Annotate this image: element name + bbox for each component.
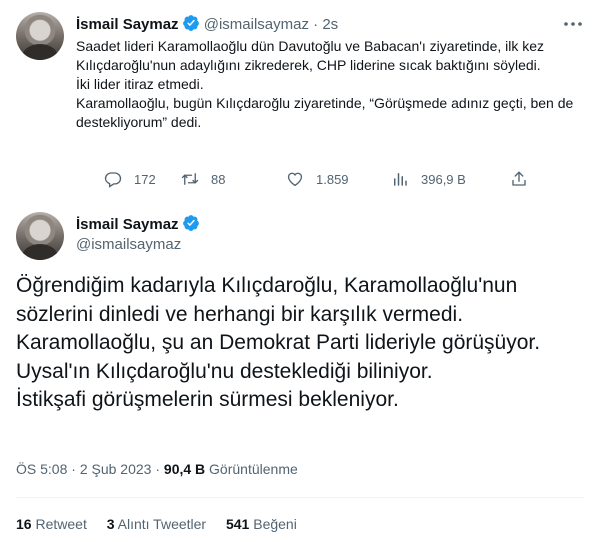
author-handle[interactable]: @ismailsaymaz [76, 236, 181, 253]
tweet-time[interactable]: 2s [322, 16, 338, 33]
avatar[interactable] [16, 12, 64, 60]
tweet-header: İsmail Saymaz [76, 214, 200, 234]
tweet-paragraph: Karamollaoğlu, şu an Demokrat Parti lide… [16, 331, 541, 383]
likes-label: Beğeni [253, 516, 297, 532]
views-button[interactable]: 396,9 B [391, 170, 466, 188]
views-count: 396,9 B [421, 171, 466, 187]
separator-dot: · [313, 16, 319, 33]
tweet-paragraph: Öğrendiğim kadarıyla Kılıçdaroğlu, Karam… [16, 274, 518, 326]
retweets-count: 16 [16, 516, 32, 532]
author-name[interactable]: İsmail Saymaz [76, 16, 179, 33]
analytics-icon [394, 173, 407, 186]
verified-badge-icon [182, 14, 200, 32]
heart-icon [287, 172, 303, 187]
reply-button[interactable]: 172 [104, 170, 156, 188]
divider [16, 497, 584, 498]
tweet-date[interactable]: 2 Şub 2023 [80, 461, 152, 477]
more-icon [564, 22, 582, 26]
reply-icon [104, 172, 122, 188]
quotes-label: Alıntı Tweetler [117, 516, 207, 532]
views-label: Görüntülenme [209, 461, 298, 477]
retweet-count: 88 [211, 171, 226, 187]
quotes-stat[interactable]: 3 Alıntı Tweetler [107, 516, 206, 532]
share-icon [512, 171, 526, 186]
tweet-text: Saadet lideri Karamollaoğlu dün Davutoğl… [76, 37, 576, 132]
tweet-header: İsmail Saymaz @ismailsaymaz · 2s [76, 14, 338, 33]
tweet-paragraph: İstikşafi görüşmelerin sürmesi bekleniyo… [16, 388, 399, 411]
likes-count: 541 [225, 516, 250, 532]
tweet-paragraph: İki lider itiraz etmedi. [76, 76, 204, 92]
tweet-actions: 172 88 1.859 396,9 B [76, 170, 546, 190]
retweet-icon [181, 173, 199, 185]
like-count: 1.859 [316, 171, 349, 187]
quotes-count: 3 [106, 516, 115, 532]
retweets-label: Retweet [35, 516, 87, 532]
author-handle[interactable]: @ismailsaymaz [204, 16, 309, 33]
retweet-button[interactable]: 88 [181, 170, 225, 188]
more-options-button[interactable] [561, 14, 585, 34]
like-button[interactable]: 1.859 [286, 170, 349, 188]
separator-dot: · [71, 461, 76, 477]
views-count: 90,4 B [163, 461, 206, 477]
author-name[interactable]: İsmail Saymaz [76, 216, 179, 233]
likes-stat[interactable]: 541 Beğeni [226, 516, 297, 532]
share-button[interactable] [510, 170, 540, 188]
tweet-meta: ÖS 5:08 · 2 Şub 2023 · 90,4 B Görüntülen… [16, 461, 298, 477]
retweets-stat[interactable]: 16 Retweet [16, 516, 87, 532]
avatar[interactable] [16, 212, 64, 260]
tweet-paragraph: Saadet lideri Karamollaoğlu dün Davutoğl… [76, 38, 545, 73]
tweet-paragraph: Karamollaoğlu, bugün Kılıçdaroğlu ziyare… [76, 95, 574, 130]
tweet-time[interactable]: ÖS 5:08 [16, 461, 67, 477]
tweet-text: Öğrendiğim kadarıyla Kılıçdaroğlu, Karam… [16, 272, 596, 415]
verified-badge-icon [182, 214, 200, 232]
tweet-stats: 16 Retweet 3 Alıntı Tweetler 541 Beğeni [16, 516, 313, 532]
reply-count: 172 [134, 171, 156, 187]
separator-dot: · [155, 461, 161, 477]
